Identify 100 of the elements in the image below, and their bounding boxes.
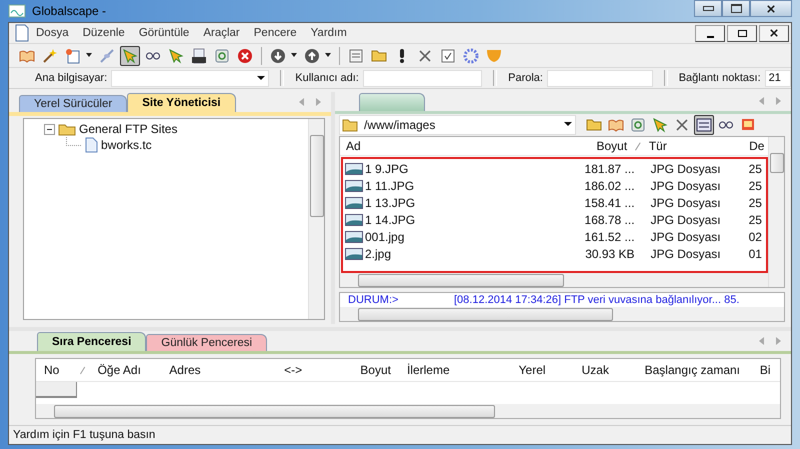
image-file-icon: [345, 196, 363, 208]
delete-icon: [419, 50, 431, 62]
folder-icon: [342, 118, 358, 132]
file-name[interactable]: 1 13.JPG: [365, 196, 416, 210]
exclamation-icon: [399, 48, 405, 64]
file-size: 158.41 ...: [584, 196, 636, 210]
collapse-toggle[interactable]: [44, 124, 55, 134]
column-header[interactable]: <->: [257, 363, 329, 377]
vertical-scrollbar[interactable]: [308, 119, 324, 319]
tab[interactable]: [359, 92, 425, 111]
menu-item[interactable]: Düzenle: [76, 27, 132, 39]
menu-item[interactable]: Yardım: [304, 27, 354, 39]
file-name[interactable]: 1 11.JPG: [365, 178, 414, 192]
tab-scroll-arrows-icon[interactable]: [299, 98, 321, 106]
port-label: Bağlantı noktası:: [678, 72, 761, 84]
column-header[interactable]: Bi: [752, 363, 780, 377]
caret-icon[interactable]: [324, 53, 332, 58]
username-label: Kullanıcı adı:: [295, 72, 359, 84]
menu-item[interactable]: Pencere: [246, 27, 304, 39]
image-file-icon: [345, 248, 363, 260]
column-header[interactable]: De: [747, 139, 768, 153]
tab[interactable]: Sıra Penceresi: [37, 332, 146, 351]
vertical-scrollbar[interactable]: [768, 137, 784, 287]
tab-scroll-arrows-icon[interactable]: [759, 337, 781, 345]
toolbar-button[interactable]: [694, 114, 714, 135]
file-date: 25: [748, 162, 763, 176]
file-date: 01: [748, 246, 763, 260]
column-header[interactable]: Uzak: [574, 363, 637, 377]
horizontal-scrollbar[interactable]: [340, 273, 768, 287]
folder-icon: [586, 118, 602, 131]
file-name[interactable]: 1 14.JPG: [365, 212, 416, 226]
status-text: Yardım için F1 tuşuna basın: [13, 429, 156, 441]
file-size: 30.93 KB: [584, 246, 636, 260]
book-icon: [608, 118, 624, 132]
close-icon: [770, 29, 778, 37]
column-header[interactable]: Başlangıç zamanı: [636, 363, 752, 377]
menu-item[interactable]: Dosya: [29, 27, 76, 39]
tab[interactable]: Günlük Penceresi: [146, 334, 268, 351]
file-type: JPG Dosyası: [650, 178, 722, 192]
dropdown-arrow-icon: [564, 122, 572, 128]
column-header[interactable]: Boyut: [562, 139, 634, 153]
file-date: 25: [748, 196, 763, 210]
host-label: Ana bilgisayar:: [35, 72, 108, 84]
menu-item[interactable]: Araçlar: [196, 27, 247, 39]
document-icon: [15, 24, 29, 42]
plug-icon: [99, 48, 115, 64]
tab-scroll-arrows-icon[interactable]: [759, 97, 781, 106]
file-name[interactable]: 1 9.JPG: [365, 162, 408, 176]
close-button[interactable]: [759, 24, 789, 42]
restore-button[interactable]: [727, 24, 757, 42]
file-name[interactable]: 2.jpg: [365, 246, 392, 260]
file-type: JPG Dosyası: [650, 196, 722, 210]
caret-icon[interactable]: [85, 53, 93, 58]
horizontal-scrollbar[interactable]: [340, 307, 784, 321]
column-header[interactable]: Ad: [340, 139, 563, 153]
image-icon: [742, 119, 754, 130]
tab[interactable]: Yerel Sürücüler: [19, 95, 128, 112]
image-file-icon: [345, 230, 363, 242]
column-header[interactable]: İlerleme: [398, 363, 511, 377]
minimize-button[interactable]: [694, 0, 722, 17]
column-header[interactable]: No: [36, 363, 76, 377]
tab[interactable]: Site Yöneticisi: [127, 93, 236, 112]
password-field[interactable]: [546, 70, 653, 86]
file-size: 181.87 ...: [584, 162, 636, 176]
file-size: 161.52 ...: [584, 230, 636, 244]
minimize-button[interactable]: [695, 24, 725, 42]
folder-icon: [371, 50, 387, 62]
path-field[interactable]: /www/images: [339, 114, 576, 135]
port-field[interactable]: 21: [764, 70, 791, 86]
column-header[interactable]: Yerel: [510, 363, 574, 377]
maximize-button[interactable]: [722, 0, 750, 17]
toolbar-button[interactable]: [189, 46, 209, 66]
glasses-icon: [145, 52, 161, 60]
document-icon: [349, 48, 363, 62]
menu-item[interactable]: Görüntüle: [132, 27, 196, 39]
delete-icon: [676, 118, 688, 131]
sort-indicator-icon: [635, 142, 641, 150]
column-header[interactable]: Boyut: [329, 363, 399, 377]
folder-icon: [58, 122, 76, 136]
username-field[interactable]: [362, 70, 482, 86]
horizontal-scrollbar[interactable]: [36, 404, 780, 418]
close-button[interactable]: [750, 0, 792, 17]
file-name[interactable]: 001.jpg: [365, 230, 404, 244]
sort-indicator-icon: [80, 366, 86, 374]
tree-item[interactable]: General FTP Sites: [79, 122, 178, 136]
checkbox-icon: [441, 48, 455, 62]
toolbar-button[interactable]: [120, 46, 140, 66]
gear-icon: [463, 48, 479, 64]
image-file-icon: [345, 162, 363, 174]
caret-icon[interactable]: [290, 53, 298, 58]
refresh-icon: [215, 48, 229, 62]
column-header[interactable]: Öğe Adı: [90, 363, 162, 377]
file-icon: [84, 137, 98, 153]
tree-item[interactable]: bworks.tc: [101, 138, 152, 152]
glasses-icon: [718, 120, 734, 129]
shield-icon: [486, 48, 502, 62]
column-header[interactable]: Adres: [161, 363, 258, 377]
stop-icon: [237, 48, 253, 64]
column-header[interactable]: Tür: [642, 139, 748, 153]
host-field[interactable]: [111, 70, 270, 86]
